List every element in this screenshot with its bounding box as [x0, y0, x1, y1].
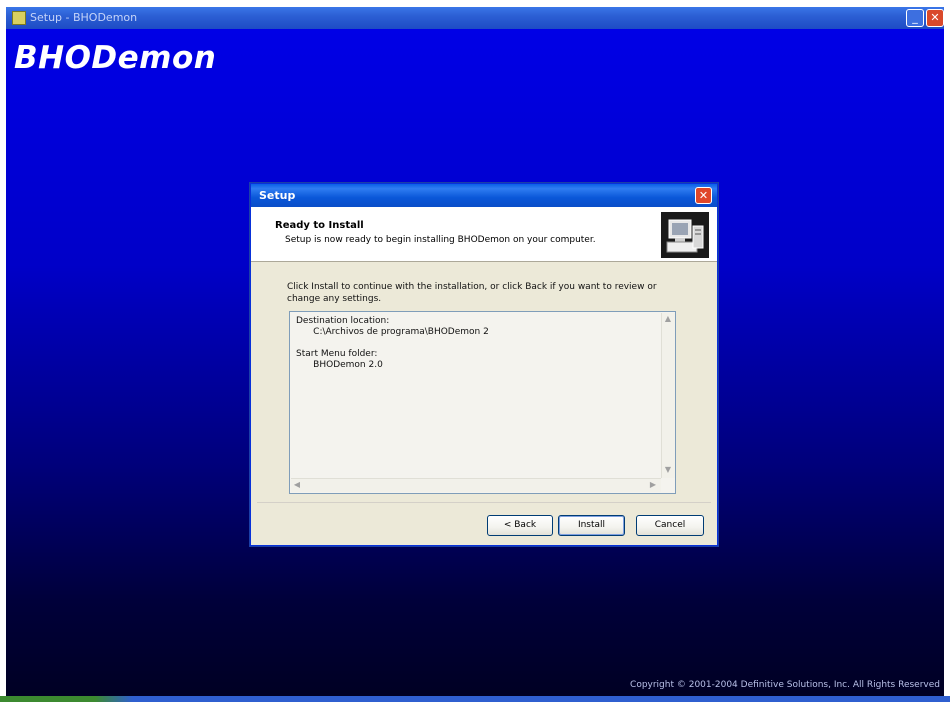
memo-line: BHODemon 2.0 — [296, 360, 383, 370]
memo-line: C:\Archivos de programa\BHODemon 2 — [296, 327, 489, 337]
taskbar-strip — [0, 696, 950, 702]
app-banner-title: BHODemon — [14, 40, 217, 76]
setup-dialog: Setup ✕ Ready to Install Setup is now re… — [250, 183, 718, 546]
memo-line — [296, 338, 489, 349]
memo-line: Destination location: — [296, 316, 390, 326]
install-button[interactable]: Install — [558, 515, 625, 536]
minimize-icon[interactable]: _ — [906, 9, 924, 27]
back-button[interactable]: < Back — [487, 515, 553, 536]
memo-vertical-scrollbar[interactable]: ▲ ▼ — [661, 313, 675, 478]
scroll-left-icon[interactable]: ◀ — [291, 479, 303, 491]
close-icon[interactable]: ✕ — [926, 9, 944, 27]
dialog-close-icon[interactable]: ✕ — [695, 187, 712, 204]
dialog-titlebar[interactable]: Setup ✕ — [251, 184, 717, 207]
scroll-down-icon[interactable]: ▼ — [662, 464, 674, 476]
memo-horizontal-scrollbar[interactable]: ◀ ▶ — [291, 478, 661, 492]
ready-instructions: Click Install to continue with the insta… — [287, 282, 657, 304]
wizard-header: Ready to Install Setup is now ready to b… — [251, 207, 717, 262]
memo-line: Start Menu folder: — [296, 349, 378, 359]
outer-titlebar: Setup - BHODemon _ ✕ — [6, 7, 944, 29]
install-summary-text: Destination location: C:\Archivos de pro… — [296, 316, 489, 371]
header-subtitle: Setup is now ready to begin installing B… — [285, 235, 596, 245]
header-title: Ready to Install — [275, 220, 364, 231]
cancel-button[interactable]: Cancel — [636, 515, 704, 536]
setup-app-icon — [12, 11, 26, 25]
scroll-up-icon[interactable]: ▲ — [662, 313, 674, 325]
button-separator — [257, 502, 711, 503]
installer-computer-icon — [661, 212, 709, 258]
install-summary-memo[interactable]: Destination location: C:\Archivos de pro… — [289, 311, 676, 494]
copyright-text: Copyright © 2001-2004 Definitive Solutio… — [630, 680, 940, 690]
scroll-right-icon[interactable]: ▶ — [647, 479, 659, 491]
outer-window-title: Setup - BHODemon — [30, 11, 138, 24]
dialog-title: Setup — [259, 189, 296, 202]
